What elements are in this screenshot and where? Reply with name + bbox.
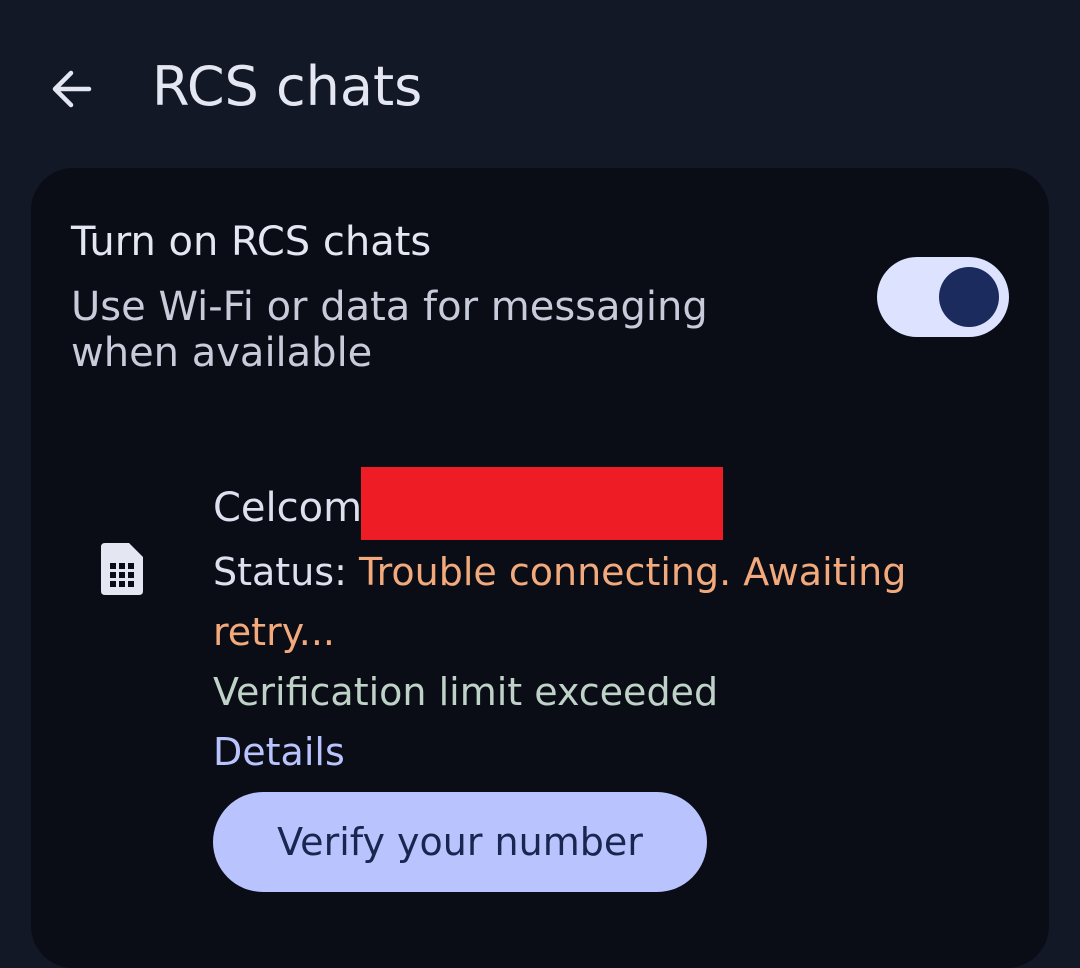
rcs-setting-title: Turn on RCS chats	[71, 219, 432, 265]
details-link[interactable]: Details	[213, 722, 345, 782]
verify-number-button[interactable]: Verify your number	[213, 792, 707, 892]
sim-card-icon	[101, 543, 143, 595]
page-title: RCS chats	[152, 55, 423, 118]
verification-message: Verification limit exceeded	[213, 670, 719, 714]
carrier-name: Celcom	[213, 485, 363, 531]
status-label: Status:	[213, 550, 359, 594]
connection-status: Status: Trouble connecting. Awaiting ret…	[213, 542, 933, 662]
settings-card: Turn on RCS chats Use Wi-Fi or data for …	[31, 168, 1049, 968]
top-app-bar: RCS chats	[0, 0, 1080, 170]
toggle-thumb	[939, 267, 999, 327]
redaction-box	[361, 467, 723, 540]
arrow-left-icon	[52, 70, 92, 108]
back-button[interactable]	[40, 58, 102, 120]
rcs-setting-description: Use Wi-Fi or data for messaging when ava…	[71, 284, 708, 376]
rcs-toggle[interactable]	[877, 257, 1009, 337]
